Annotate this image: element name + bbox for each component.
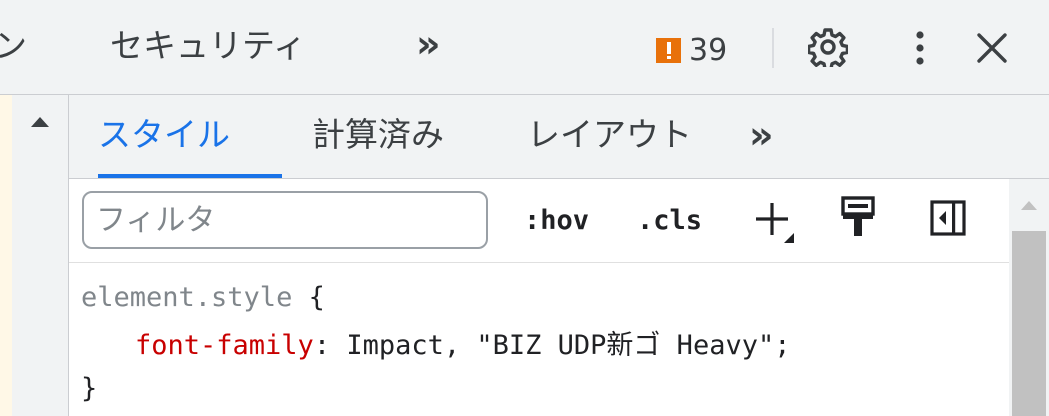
tab-layout[interactable]: レイアウト [527, 113, 692, 157]
styles-pane: element.style { font-family: Impact, "BI… [69, 263, 1009, 416]
sidebar-toggle-icon[interactable] [929, 199, 967, 237]
filter-input[interactable] [82, 191, 488, 249]
hover-state-toggle[interactable]: :hov [524, 203, 589, 239]
plus-icon[interactable] [752, 199, 796, 243]
devtools-panel: ン セキュリティ » 39 スタイル 計算済み レイアウト » フィルタ:ho… [0, 0, 1049, 416]
close-icon[interactable] [975, 31, 1009, 65]
gear-icon[interactable] [808, 27, 848, 67]
tab-computed[interactable]: 計算済み [312, 113, 444, 157]
tab-security[interactable]: セキュリティ [110, 26, 306, 66]
scroll-up-arrow-icon[interactable] [31, 117, 49, 127]
open-brace: { [308, 282, 325, 313]
more-sidebar-tabs-button[interactable]: » [749, 115, 773, 155]
close-brace: } [81, 373, 98, 404]
kebab-menu-icon[interactable] [910, 28, 930, 68]
left-edge [0, 95, 12, 416]
tab-styles[interactable]: スタイル [98, 113, 230, 157]
sidebar-tab-bar: スタイル 計算済み レイアウト » [69, 95, 1049, 179]
style-declaration[interactable]: font-family: Impact, "BIZ UDP新ゴ Heavy"; [135, 323, 790, 368]
styles-toolbar: :hov .cls [69, 179, 1009, 263]
paint-roller-icon[interactable] [839, 195, 877, 239]
left-scroll-column [12, 95, 69, 416]
css-colon: : [313, 330, 331, 361]
style-selector[interactable]: element.style [81, 282, 292, 313]
issue-flag-icon [656, 37, 681, 63]
toolbar-divider [772, 28, 774, 68]
devtools-tab-bar: ン セキュリティ » 39 [0, 0, 1049, 95]
active-tab-indicator [98, 174, 282, 178]
styles-scrollbar[interactable] [1009, 179, 1049, 416]
more-tabs-button[interactable]: » [416, 24, 440, 64]
tab-partial[interactable]: ン [0, 26, 42, 66]
class-toggle[interactable]: .cls [637, 203, 702, 239]
scrollbar-thumb[interactable] [1012, 231, 1046, 416]
scrollbar-up-arrow-icon[interactable] [1021, 201, 1037, 210]
issues-counter-button[interactable]: 39 [656, 28, 727, 68]
css-property-name[interactable]: font-family [135, 330, 314, 361]
style-rule-header: element.style { [81, 275, 325, 320]
css-property-value[interactable]: Impact, "BIZ UDP新ゴ Heavy"; [346, 330, 790, 361]
issues-count: 39 [689, 32, 728, 68]
